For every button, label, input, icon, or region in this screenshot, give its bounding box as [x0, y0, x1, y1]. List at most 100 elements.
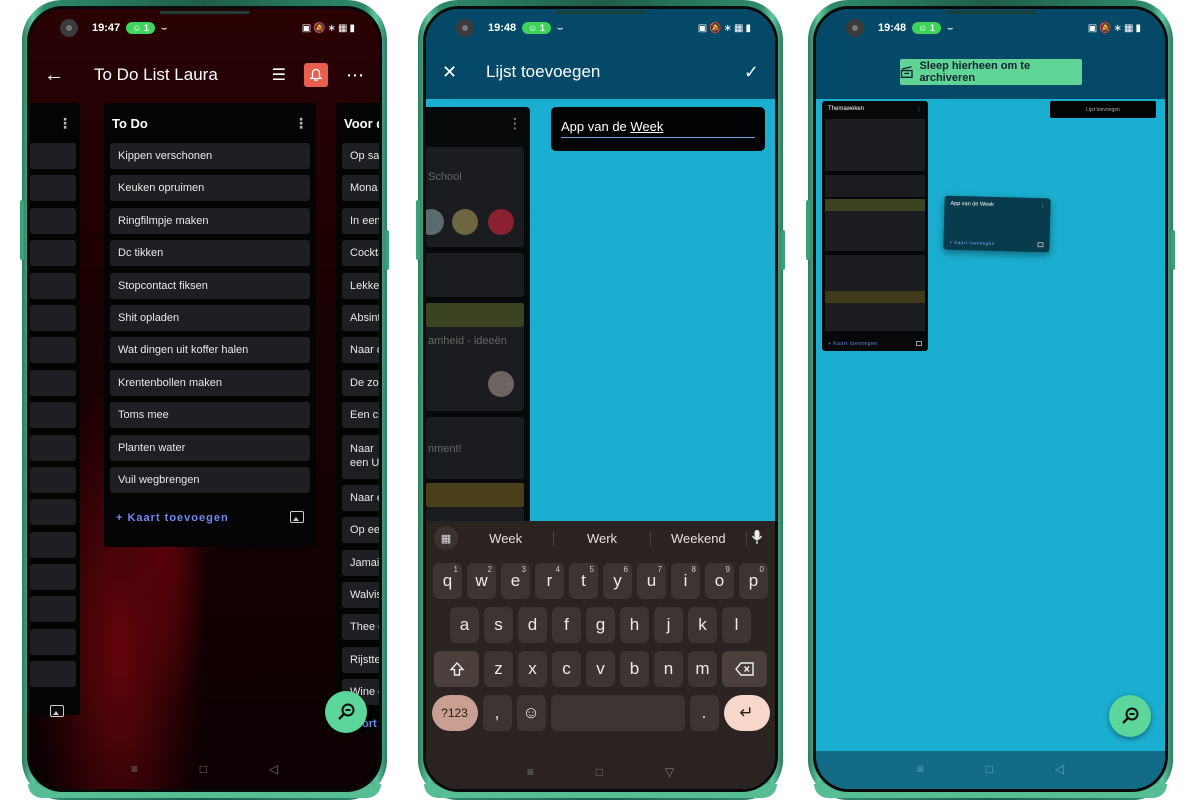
home-icon[interactable]: □: [200, 762, 207, 776]
key-q[interactable]: q1: [433, 563, 462, 599]
key-j[interactable]: j: [654, 607, 683, 643]
key-n[interactable]: n: [654, 651, 683, 687]
dragged-list[interactable]: App van de Week ⋮ + Kaart toevoegen: [943, 195, 1051, 253]
list-menu-icon[interactable]: ⋮: [508, 115, 522, 132]
card[interactable]: School: [426, 147, 524, 247]
recents-icon[interactable]: ≡: [131, 762, 138, 776]
shift-key[interactable]: [434, 651, 479, 687]
comma-key[interactable]: ,: [482, 695, 512, 731]
card[interactable]: In een lu: [342, 207, 379, 234]
card[interactable]: nment!: [426, 417, 524, 479]
key-t[interactable]: t5: [569, 563, 598, 599]
key-z[interactable]: z: [484, 651, 513, 687]
card[interactable]: [30, 531, 76, 558]
key-u[interactable]: u7: [637, 563, 666, 599]
card[interactable]: [825, 119, 925, 171]
add-list-button[interactable]: Lijst toevoegen: [1050, 101, 1156, 118]
backspace-key[interactable]: [722, 651, 767, 687]
key-h[interactable]: h: [620, 607, 649, 643]
card[interactable]: Jamaiic: [342, 549, 379, 576]
card[interactable]: Dc tikken: [110, 240, 310, 267]
card[interactable]: [825, 211, 925, 251]
zoom-in-button[interactable]: [1109, 695, 1151, 737]
card[interactable]: Absinth: [342, 304, 379, 331]
card[interactable]: Keuken opruimen: [110, 175, 310, 202]
card[interactable]: Walvis w: [342, 582, 379, 609]
list-menu-icon[interactable]: ⋮: [916, 106, 922, 113]
card[interactable]: [30, 661, 76, 688]
card[interactable]: De zonso: [342, 369, 379, 396]
close-icon[interactable]: ✕: [442, 62, 472, 83]
key-e[interactable]: e3: [501, 563, 530, 599]
suggestion[interactable]: Werk: [554, 530, 651, 546]
card[interactable]: Stopcontact fiksen: [110, 272, 310, 299]
add-image-button[interactable]: [30, 694, 80, 722]
card[interactable]: Een cruis: [342, 402, 379, 429]
zoom-out-button[interactable]: [325, 691, 367, 733]
card[interactable]: Toms mee: [110, 402, 310, 429]
period-key[interactable]: .: [689, 695, 719, 731]
card[interactable]: [30, 628, 76, 655]
key-x[interactable]: x: [518, 651, 547, 687]
card[interactable]: [30, 564, 76, 591]
key-d[interactable]: d: [518, 607, 547, 643]
card[interactable]: [30, 143, 76, 169]
key-y[interactable]: y6: [603, 563, 632, 599]
archive-drop-zone[interactable]: Sleep hierheen om te archiveren: [900, 59, 1082, 85]
card[interactable]: Shit opladen: [110, 304, 310, 331]
card[interactable]: Rijstterra: [342, 646, 379, 673]
card[interactable]: Op safari: [342, 143, 379, 169]
key-b[interactable]: b: [620, 651, 649, 687]
key-w[interactable]: w2: [467, 563, 496, 599]
card[interactable]: Vuil wegbrengen: [110, 466, 310, 493]
list-menu-icon[interactable]: ⋮: [294, 115, 308, 132]
card[interactable]: [30, 434, 76, 461]
enter-key[interactable]: ↵: [723, 695, 770, 731]
card[interactable]: [30, 240, 76, 267]
key-r[interactable]: r4: [535, 563, 564, 599]
symbols-key[interactable]: ?123: [431, 695, 478, 731]
card[interactable]: Mona Li: [342, 175, 379, 202]
card[interactable]: [825, 175, 925, 197]
hide-keyboard-icon[interactable]: ▽: [665, 765, 674, 779]
notifications-button[interactable]: [304, 63, 328, 87]
emoji-key[interactable]: ☺: [516, 695, 546, 731]
more-options-icon[interactable]: ⋯: [346, 65, 365, 86]
back-arrow-icon[interactable]: ←: [44, 64, 84, 87]
back-icon[interactable]: ◁: [269, 762, 278, 776]
key-c[interactable]: c: [552, 651, 581, 687]
card[interactable]: [30, 304, 76, 331]
add-image-button[interactable]: [290, 510, 304, 526]
card[interactable]: Naar een UK: [342, 434, 379, 479]
space-key[interactable]: [550, 695, 685, 731]
card[interactable]: [30, 175, 76, 202]
key-p[interactable]: p0: [739, 563, 768, 599]
key-f[interactable]: f: [552, 607, 581, 643]
card[interactable]: [426, 253, 524, 297]
recents-icon[interactable]: ≡: [527, 765, 534, 779]
card[interactable]: Op een f: [342, 517, 379, 544]
card[interactable]: Krentenbollen maken: [110, 369, 310, 396]
key-g[interactable]: g: [586, 607, 615, 643]
microphone-icon[interactable]: [747, 529, 767, 548]
key-l[interactable]: l: [722, 607, 751, 643]
card[interactable]: [30, 272, 76, 299]
card[interactable]: [30, 596, 76, 623]
card[interactable]: [30, 337, 76, 364]
filter-icon[interactable]: ☰: [272, 65, 286, 85]
card[interactable]: [30, 369, 76, 396]
key-o[interactable]: o9: [705, 563, 734, 599]
list-name-input[interactable]: App van de Week: [561, 119, 755, 138]
apps-grid-icon[interactable]: ▦: [434, 526, 458, 550]
recents-icon[interactable]: ≡: [917, 762, 924, 776]
card[interactable]: Thee dri: [342, 614, 379, 641]
add-card-button[interactable]: + Kaart toevoegen: [828, 341, 922, 347]
key-s[interactable]: s: [484, 607, 513, 643]
card[interactable]: [825, 255, 925, 293]
card[interactable]: Cocktail: [342, 240, 379, 267]
key-k[interactable]: k: [688, 607, 717, 643]
suggestion[interactable]: Weekend: [651, 530, 747, 546]
home-icon[interactable]: □: [596, 765, 603, 779]
confirm-check-icon[interactable]: ✓: [744, 62, 759, 83]
key-a[interactable]: a: [450, 607, 479, 643]
